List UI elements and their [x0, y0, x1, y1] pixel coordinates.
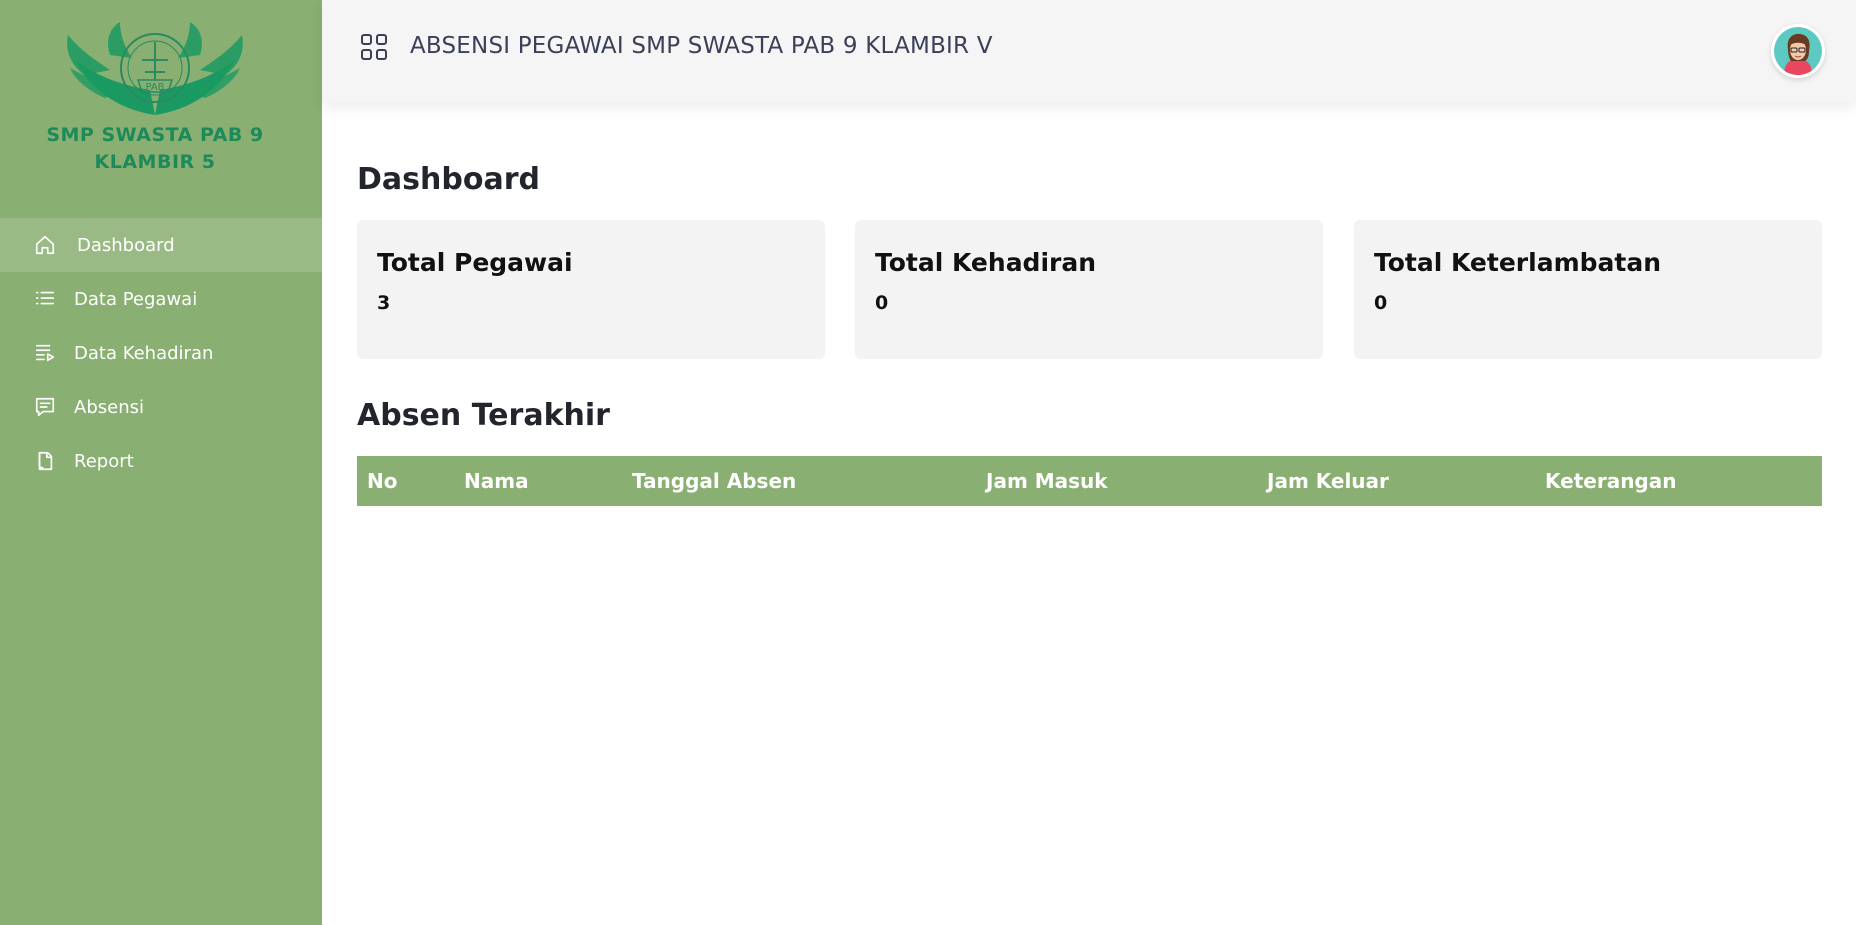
- svg-text:PAB: PAB: [145, 82, 164, 93]
- column-header-tanggal-absen[interactable]: Tanggal Absen: [632, 469, 796, 493]
- page-title: Dashboard: [357, 162, 540, 197]
- stat-card-total-pegawai: Total Pegawai 3: [357, 220, 825, 359]
- grid-icon[interactable]: [360, 33, 387, 60]
- stat-card-value: 3: [377, 292, 391, 314]
- stat-card-total-keterlambatan: Total Keterlambatan 0: [1354, 220, 1822, 359]
- sidebar-item-label: Report: [74, 450, 134, 472]
- sidebar-item-dashboard[interactable]: Dashboard: [0, 218, 322, 272]
- column-header-no[interactable]: No: [367, 469, 397, 493]
- playlist-icon: [33, 341, 57, 365]
- stat-card-label: Total Keterlambatan: [1374, 248, 1661, 277]
- sidebar-item-label: Dashboard: [77, 234, 175, 256]
- sidebar-nav: Dashboard Data Pegawai Data Kehadiran Ab…: [0, 218, 322, 488]
- column-header-nama[interactable]: Nama: [464, 469, 529, 493]
- document-icon: [33, 449, 57, 473]
- sidebar-item-label: Absensi: [74, 396, 144, 418]
- column-header-jam-keluar[interactable]: Jam Keluar: [1267, 469, 1389, 493]
- section-title-absen-terakhir: Absen Terakhir: [357, 398, 610, 433]
- sidebar-item-data-pegawai[interactable]: Data Pegawai: [0, 272, 322, 326]
- column-header-keterangan[interactable]: Keterangan: [1545, 469, 1676, 493]
- stat-card-label: Total Pegawai: [377, 248, 573, 277]
- sidebar-item-label: Data Pegawai: [74, 288, 198, 310]
- stat-card-total-kehadiran: Total Kehadiran 0: [855, 220, 1323, 359]
- sidebar-item-absensi[interactable]: Absensi: [0, 380, 322, 434]
- stat-card-value: 0: [1374, 292, 1388, 314]
- sidebar-item-report[interactable]: Report: [0, 434, 322, 488]
- logo-text-line2: KLAMBIR 5: [94, 151, 216, 173]
- sidebar-item-label: Data Kehadiran: [74, 342, 214, 364]
- sidebar-item-data-kehadiran[interactable]: Data Kehadiran: [0, 326, 322, 380]
- user-avatar[interactable]: [1771, 24, 1825, 78]
- sidebar: PAB SMP SWASTA PAB 9 KLAMBIR 5 Dashboard…: [0, 0, 322, 925]
- column-header-jam-masuk[interactable]: Jam Masuk: [986, 469, 1108, 493]
- stat-card-value: 0: [875, 292, 889, 314]
- home-icon: [33, 233, 57, 257]
- stat-card-label: Total Kehadiran: [875, 248, 1097, 277]
- attendance-table-header: No Nama Tanggal Absen Jam Masuk Jam Kelu…: [357, 456, 1822, 506]
- app-title: ABSENSI PEGAWAI SMP SWASTA PAB 9 KLAMBIR…: [410, 33, 993, 59]
- top-bar: ABSENSI PEGAWAI SMP SWASTA PAB 9 KLAMBIR…: [322, 0, 1856, 102]
- list-icon: [33, 287, 57, 311]
- logo-text-line1: SMP SWASTA PAB 9: [46, 124, 264, 146]
- message-icon: [33, 395, 57, 419]
